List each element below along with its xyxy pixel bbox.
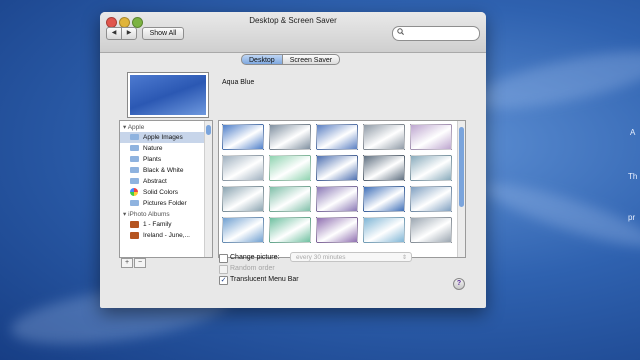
sidebar-item-label: Ireland - June,... <box>143 232 190 239</box>
wallpaper-thumbnail[interactable] <box>269 155 311 181</box>
change-picture-label: Change picture: <box>230 254 280 261</box>
wallpaper-thumbnail[interactable] <box>316 186 358 212</box>
search-input[interactable] <box>406 28 474 38</box>
wallpaper-grid <box>218 120 466 258</box>
help-button[interactable]: ? <box>453 278 465 290</box>
sidebar-item-label: Pictures Folder <box>143 200 187 207</box>
sidebar-group-label: Apple <box>127 124 145 131</box>
grid-scroll-thumb[interactable] <box>459 127 464 207</box>
photo-album-icon <box>130 231 139 239</box>
random-order-checkbox[interactable] <box>219 265 228 274</box>
color-wheel-icon <box>130 188 138 197</box>
folder-icon <box>130 156 139 163</box>
window-titlebar[interactable]: Desktop & Screen Saver ◀ ▶ Show All <box>100 12 486 53</box>
forward-button[interactable]: ▶ <box>121 27 137 40</box>
sidebar-item-black-white[interactable]: Black & White <box>120 165 212 176</box>
tab-bar: Desktop Screen Saver <box>241 54 341 65</box>
window-title: Desktop & Screen Saver <box>249 16 337 25</box>
sidebar-item-plants[interactable]: Plants <box>120 154 212 165</box>
wallpaper-thumbnail[interactable] <box>316 217 358 243</box>
sidebar-item-label: Black & White <box>143 167 184 174</box>
wallpaper-thumbnail[interactable] <box>363 155 405 181</box>
desktop-edge-text: Th <box>628 172 638 181</box>
sidebar-item-abstract[interactable]: Abstract <box>120 176 212 187</box>
sidebar-group-label: iPhoto Albums <box>128 211 170 218</box>
search-icon <box>397 28 404 37</box>
wallpaper-thumbnail[interactable] <box>269 217 311 243</box>
wallpaper-thumbnail[interactable] <box>222 186 264 212</box>
folder-icon <box>130 145 139 152</box>
select-arrows-icon: ⇕ <box>401 255 407 261</box>
wallpaper-thumbnail[interactable] <box>222 217 264 243</box>
back-button[interactable]: ◀ <box>106 27 122 40</box>
sidebar-item-label: Plants <box>143 156 162 163</box>
image-source-list: ▾ Apple Apple Images Nature Plants Black… <box>119 120 213 258</box>
photo-album-icon <box>130 220 139 228</box>
wallpaper-thumbnail[interactable] <box>363 217 405 243</box>
sidebar-item-nature[interactable]: Nature <box>120 143 212 154</box>
translucent-menu-bar-label: Translucent Menu Bar <box>230 276 299 283</box>
desktop-wallpaper-streak <box>468 39 640 121</box>
checkmark-icon: ✓ <box>220 277 227 284</box>
wallpaper-thumbnail[interactable] <box>269 186 311 212</box>
preferences-window: Desktop & Screen Saver ◀ ▶ Show All Desk… <box>100 12 486 308</box>
desktop-edge-text: pr <box>628 213 636 222</box>
folder-icon <box>130 178 139 185</box>
sidebar-item-album-ireland[interactable]: Ireland - June,... <box>120 230 212 241</box>
show-all-button[interactable]: Show All <box>142 27 184 40</box>
sidebar-item-album-family[interactable]: 1 - Family <box>120 219 212 230</box>
current-picture-name: Aqua Blue <box>222 79 255 86</box>
wallpaper-thumbnail[interactable] <box>222 124 264 150</box>
grid-scrollbar[interactable] <box>457 121 465 257</box>
sidebar-group-iphoto[interactable]: ▾ iPhoto Albums <box>120 209 212 219</box>
wallpaper-thumbnail[interactable] <box>410 186 452 212</box>
change-interval-value: every 30 minutes <box>296 254 346 261</box>
folder-icon <box>130 200 139 207</box>
sidebar-item-label: Abstract <box>143 178 167 185</box>
back-arrow-icon: ◀ <box>111 30 117 36</box>
change-picture-checkbox[interactable] <box>219 254 228 263</box>
wallpaper-thumbnail[interactable] <box>363 124 405 150</box>
wallpaper-thumbnail[interactable] <box>410 124 452 150</box>
random-order-label: Random order <box>230 265 275 272</box>
sidebar-item-label: Apple Images <box>143 134 183 141</box>
sidebar-item-label: Solid Colors <box>143 189 179 196</box>
sidebar-item-pictures-folder[interactable]: Pictures Folder <box>120 198 212 209</box>
sidebar-scrollbar[interactable] <box>204 121 212 257</box>
wallpaper-thumbnail[interactable] <box>316 124 358 150</box>
tab-screen-saver[interactable]: Screen Saver <box>282 54 341 65</box>
sidebar-group-apple[interactable]: ▾ Apple <box>120 121 212 132</box>
wallpaper-thumbnail[interactable] <box>269 124 311 150</box>
desktop-edge-text: A <box>630 128 636 137</box>
desktop-wallpaper-streak <box>479 172 640 258</box>
sidebar-item-label: Nature <box>143 145 163 152</box>
sidebar-item-apple-images[interactable]: Apple Images <box>120 132 212 143</box>
sidebar-item-label: 1 - Family <box>143 221 172 228</box>
add-folder-button[interactable]: + <box>121 258 133 268</box>
forward-arrow-icon: ▶ <box>126 30 132 36</box>
folder-icon <box>130 134 139 141</box>
current-picture-preview[interactable] <box>127 72 209 118</box>
folder-icon <box>130 167 139 174</box>
wallpaper-thumbnail[interactable] <box>410 217 452 243</box>
wallpaper-thumbnail[interactable] <box>316 155 358 181</box>
wallpaper-thumbnail[interactable] <box>363 186 405 212</box>
search-field[interactable] <box>392 26 480 41</box>
wallpaper-thumbnail[interactable] <box>410 155 452 181</box>
sidebar-scroll-thumb[interactable] <box>206 125 211 135</box>
current-picture-image <box>130 75 206 115</box>
sidebar-item-solid-colors[interactable]: Solid Colors <box>120 187 212 198</box>
change-interval-select[interactable]: every 30 minutes ⇕ <box>290 252 412 262</box>
tab-desktop[interactable]: Desktop <box>241 54 283 65</box>
remove-folder-button[interactable]: − <box>134 258 146 268</box>
wallpaper-thumbnail[interactable] <box>222 155 264 181</box>
translucent-menu-bar-checkbox[interactable]: ✓ <box>219 276 228 285</box>
